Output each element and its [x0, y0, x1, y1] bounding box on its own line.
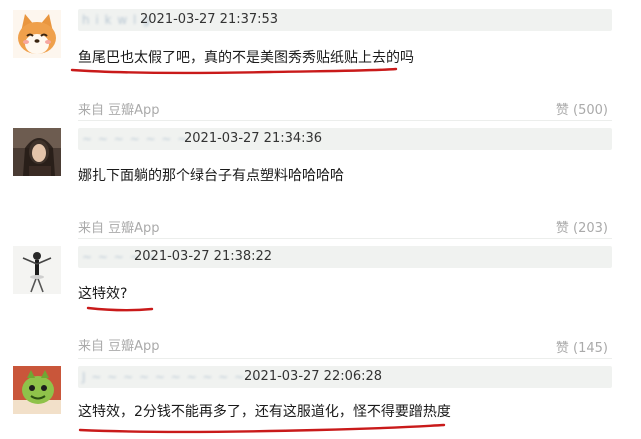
like-button[interactable]: 赞 (500): [556, 102, 608, 120]
divider: [78, 358, 612, 359]
comment-header: ~ ~ ~ ~ ~ 2021-03-27 21:38:22: [78, 246, 612, 268]
dancer-avatar-image: [13, 246, 61, 294]
divider: [78, 120, 612, 121]
comment-source: 来自 豆瓣App: [78, 103, 160, 118]
username[interactable]: ~ ~ ~ ~ ~ ~ ~: [82, 131, 188, 146]
timestamp: 2021-03-27 21:38:22: [134, 249, 273, 264]
comment-text: 这特效，2分钱不能再多了，还有这服道化，怪不得要蹭热度: [78, 404, 451, 420]
red-underline-annotation: [78, 423, 446, 434]
like-button[interactable]: 赞 (203): [556, 220, 608, 238]
comment-header: h i k w l g 2021-03-27 21:37:53: [78, 9, 612, 31]
portrait-avatar-image: [13, 128, 61, 176]
timestamp: 2021-03-27 22:06:28: [244, 369, 383, 384]
divider: [78, 238, 612, 239]
comment-source: 来自 豆瓣App: [78, 221, 160, 236]
shiba-dog-avatar-image: [13, 10, 61, 58]
comment-header: J ~ ~ ~ ~ ~ ~ ~ ~ ~ ~ ~ 2021-03-27 22:06…: [78, 366, 612, 388]
avatar[interactable]: [13, 10, 61, 58]
green-creature-avatar-image: [13, 366, 61, 414]
avatar[interactable]: [13, 366, 61, 414]
username[interactable]: J ~ ~ ~ ~ ~ ~ ~ ~ ~ ~ ~: [82, 369, 261, 384]
comment-source: 来自 豆瓣App: [78, 339, 160, 354]
comment-text: 娜扎下面躺的那个绿台子有点塑料哈哈哈哈: [78, 168, 344, 184]
avatar[interactable]: [13, 128, 61, 176]
red-underline-annotation: [86, 306, 154, 312]
comment-header: ~ ~ ~ ~ ~ ~ ~ 2021-03-27 21:34:36: [78, 128, 612, 150]
timestamp: 2021-03-27 21:34:36: [184, 131, 323, 146]
red-underline-annotation: [70, 67, 398, 75]
avatar[interactable]: [13, 246, 61, 294]
like-button[interactable]: 赞 (145): [556, 340, 608, 358]
timestamp: 2021-03-27 21:37:53: [140, 12, 279, 27]
